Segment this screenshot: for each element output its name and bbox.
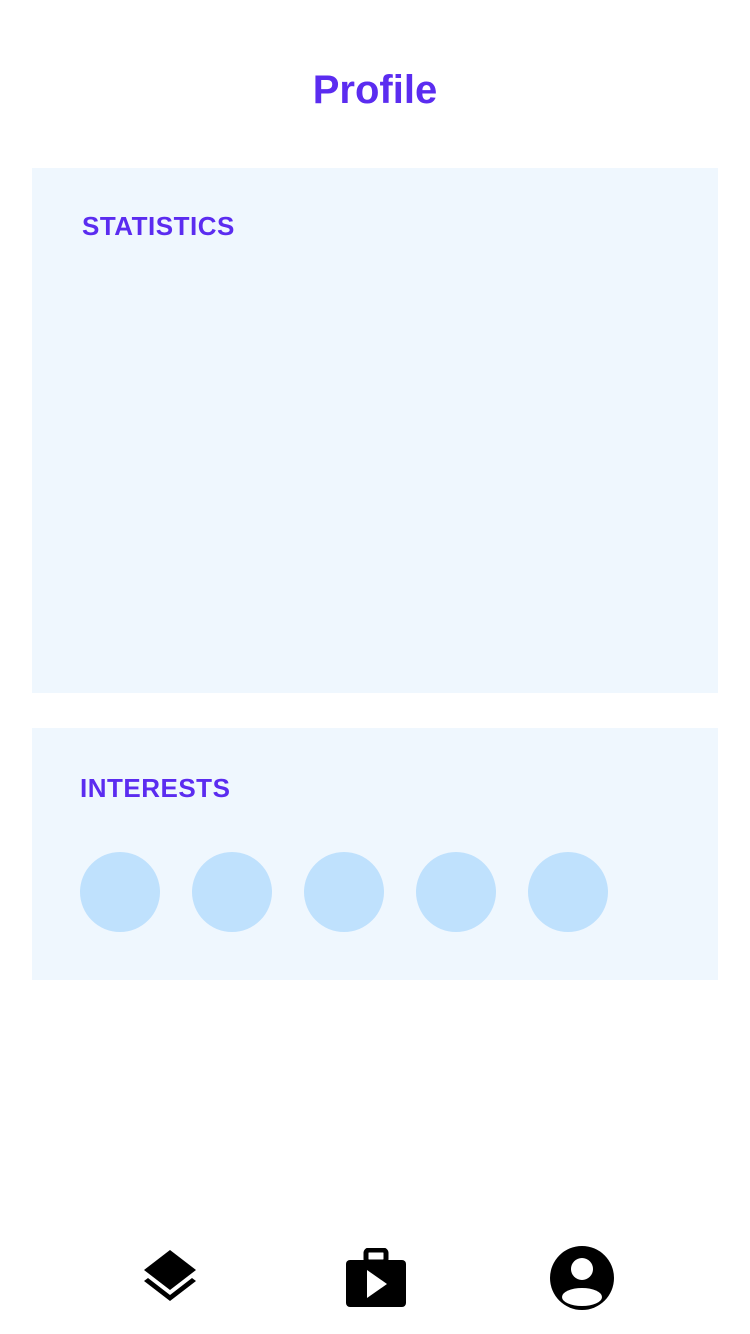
interests-card: INTERESTS <box>32 728 718 980</box>
nav-layers-button[interactable] <box>130 1238 210 1318</box>
interests-list <box>80 852 608 932</box>
statistics-card: STATISTICS <box>32 168 718 693</box>
interests-heading: INTERESTS <box>80 773 231 803</box>
interest-item[interactable] <box>528 852 608 932</box>
nav-account-button[interactable] <box>542 1238 622 1318</box>
interest-item[interactable] <box>304 852 384 932</box>
layers-icon <box>144 1250 196 1301</box>
page-title: Profile <box>312 68 438 112</box>
shop-play-icon <box>346 1248 406 1307</box>
statistics-heading: STATISTICS <box>82 211 235 241</box>
interest-item[interactable] <box>80 852 160 932</box>
interest-item[interactable] <box>192 852 272 932</box>
nav-shop-button[interactable] <box>336 1238 416 1318</box>
interest-item[interactable] <box>416 852 496 932</box>
bottom-navigation <box>0 1238 750 1318</box>
account-circle-icon <box>550 1246 614 1310</box>
